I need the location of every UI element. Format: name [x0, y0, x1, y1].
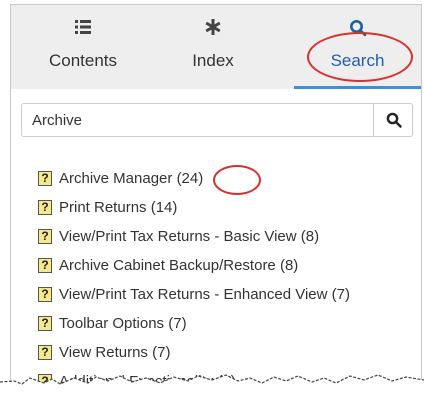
result-count: (8) — [279, 257, 299, 274]
annotation-ellipse — [213, 165, 261, 195]
result-count: (14) — [150, 199, 178, 216]
result-title: View/Print Tax Returns - Enhanced View — [59, 286, 328, 303]
list-icon — [33, 19, 133, 41]
result-label: Toolbar Options (7) — [59, 314, 187, 333]
result-label: View/Print Tax Returns - Basic View (8) — [59, 227, 319, 246]
result-label: Print Returns (14) — [59, 198, 177, 217]
search-icon — [294, 19, 421, 41]
search-button[interactable] — [373, 103, 413, 137]
result-label: View Returns (7) — [59, 343, 170, 362]
tab-label: Contents — [48, 51, 118, 70]
result-label: Archive Manager (24) — [59, 169, 203, 188]
help-topic-icon: ? — [38, 200, 52, 215]
help-panel: Contents Index Search Archive ? Archive … — [10, 4, 422, 385]
help-topic-icon: ? — [38, 258, 52, 273]
help-topic-icon: ? — [38, 345, 52, 360]
result-count: (24) — [176, 170, 204, 187]
help-topic-icon: ? — [38, 171, 52, 186]
result-label: Archive Cabinet Backup/Restore (8) — [59, 256, 298, 275]
tab-contents[interactable]: Contents — [33, 5, 133, 89]
result-title: Archive Cabinet Backup/Restore — [59, 257, 276, 274]
result-title: Print Returns — [59, 199, 147, 216]
tab-search[interactable]: Search — [294, 5, 421, 89]
torn-edge — [0, 374, 424, 398]
search-input[interactable] — [21, 103, 373, 137]
result-title: Toolbar Options — [59, 315, 165, 332]
help-topic-icon: ? — [38, 316, 52, 331]
result-label: View/Print Tax Returns - Enhanced View (… — [59, 285, 350, 304]
tab-label: Search — [330, 51, 385, 70]
result-count: (7) — [168, 315, 187, 332]
help-topic-icon: ? — [38, 229, 52, 244]
result-title: Archive Manager — [59, 170, 173, 187]
result-count: (8) — [300, 228, 320, 245]
result-title: View Returns — [59, 344, 148, 361]
tab-index[interactable]: Index — [163, 5, 263, 89]
result-title: View/Print Tax Returns - Basic View — [59, 228, 297, 245]
search-bar — [11, 89, 421, 153]
help-topic-icon: ? — [38, 287, 52, 302]
search-icon — [386, 112, 402, 128]
result-count: (7) — [152, 344, 171, 361]
tab-bar: Contents Index Search — [11, 5, 421, 89]
tab-label: Index — [192, 51, 234, 70]
result-count: (7) — [331, 286, 350, 303]
asterisk-icon — [163, 19, 263, 41]
